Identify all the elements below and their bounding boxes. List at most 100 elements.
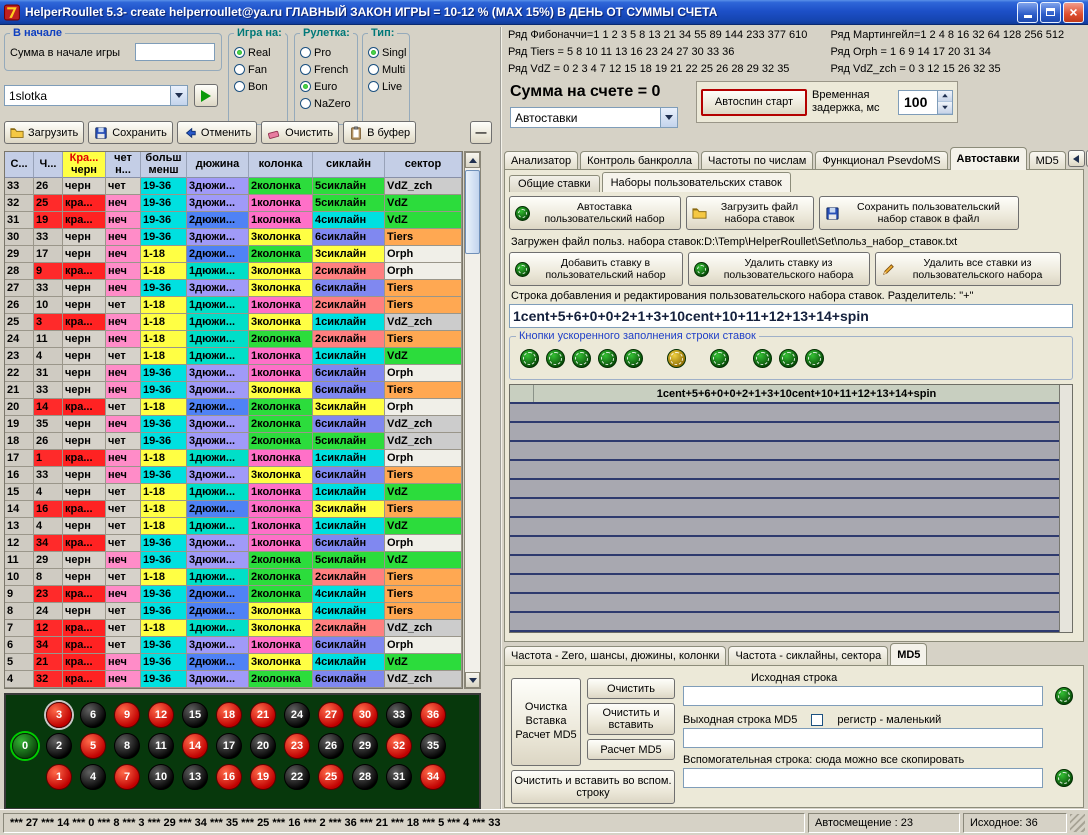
tab-частота-сиклайны-сектора[interactable]: Частота - сиклайны, сектора [728,646,888,665]
roulette-number-35[interactable]: 35 [420,733,446,759]
bet-list-scrollbar[interactable] [1059,385,1072,632]
table-row[interactable]: 3326чернчет19-363дюжи...2колонка5сиклайн… [5,178,462,195]
roulette-number-21[interactable]: 21 [250,702,276,728]
table-row[interactable]: 2917черннеч1-182дюжи...2колонка3сиклайнO… [5,246,462,263]
table-row[interactable]: 2733черннеч19-363дюжи...3колонка6сиклайн… [5,280,462,297]
bet-chip-button[interactable] [598,349,617,368]
table-row[interactable]: 712кра...чет1-181дюжи...3колонка2сиклайн… [5,620,462,637]
radio-option-real[interactable]: Real [234,44,285,61]
roulette-number-11[interactable]: 11 [148,733,174,759]
bet-list-row[interactable] [510,480,1059,499]
table-row[interactable]: 134чернчет1-181дюжи...1колонка1сиклайнVd… [5,518,462,535]
roulette-number-1[interactable]: 1 [46,764,72,790]
roulette-number-10[interactable]: 10 [148,764,174,790]
table-row[interactable]: 634кра...чет19-363дюжи...1колонка6сиклай… [5,637,462,654]
radio-option-nazero[interactable]: NaZero [300,95,355,112]
table-row[interactable]: 3033черннеч19-363дюжи...3колонка6сиклайн… [5,229,462,246]
table-row[interactable]: 234чернчет1-181дюжи...1колонка1сиклайнVd… [5,348,462,365]
table-row[interactable]: 1633черннеч19-363дюжи...3колонка6сиклайн… [5,467,462,484]
md5-calc-button[interactable]: Расчет MD5 [587,739,675,760]
tab-контроль-банкролла[interactable]: Контроль банкролла [580,151,699,170]
roulette-number-14[interactable]: 14 [182,733,208,759]
tab-частоты-по-числам[interactable]: Частоты по числам [701,151,813,170]
table-row[interactable]: 154чернчет1-181дюжи...1колонка1сиклайнVd… [5,484,462,501]
roulette-number-27[interactable]: 27 [318,702,344,728]
roulette-number-34[interactable]: 34 [420,764,446,790]
collapse-button[interactable]: — [470,121,492,144]
roulette-number-4[interactable]: 4 [80,764,106,790]
table-row[interactable]: 824чернчет19-362дюжи...3колонка4сиклайнT… [5,603,462,620]
load-bet-file-button[interactable]: Загрузить файл набора ставок [686,196,814,230]
roulette-number-29[interactable]: 29 [352,733,378,759]
delay-spinner[interactable]: 100 [898,90,953,115]
roulette-number-17[interactable]: 17 [216,733,242,759]
table-row[interactable]: 923кра...неч19-362дюжи...2колонка4сиклай… [5,586,462,603]
roulette-number-19[interactable]: 19 [250,764,276,790]
radio-option-french[interactable]: French [300,61,355,78]
scrollbar-track[interactable] [465,168,480,672]
bet-chip-button[interactable] [520,349,539,368]
table-row[interactable]: 1935черннеч19-363дюжи...2колонка6сиклайн… [5,416,462,433]
roulette-number-3[interactable]: 3 [46,702,72,728]
radio-option-bon[interactable]: Bon [234,78,285,95]
bet-list-row[interactable] [510,404,1059,423]
table-row[interactable]: 253кра...неч1-181дюжи...3колонка1сиклайн… [5,314,462,331]
bet-list-row[interactable] [510,423,1059,442]
close-button[interactable]: × [1063,2,1084,23]
bet-chip-button[interactable] [710,349,729,368]
tab-автоставки[interactable]: Автоставки [950,147,1027,170]
radio-french[interactable] [300,64,311,75]
table-row[interactable]: 1234кра...чет19-363дюжи...1колонка6сикла… [5,535,462,552]
undo-button[interactable]: Отменить [177,121,257,144]
table-row[interactable]: 3119кра...неч19-362дюжи...1колонка4сикла… [5,212,462,229]
radio-multi[interactable] [368,64,379,75]
table-row[interactable]: 3225кра...неч19-363дюжи...1колонка5сикла… [5,195,462,212]
roulette-number-20[interactable]: 20 [250,733,276,759]
tab-md5[interactable]: MD5 [1029,151,1066,170]
source-chip-button[interactable] [1055,687,1073,705]
bet-string-input[interactable] [509,304,1073,328]
table-scrollbar[interactable] [464,151,481,689]
tab-наборы-пользовательских-ставок[interactable]: Наборы пользовательских ставок [602,172,791,192]
output-string-input[interactable] [683,728,1043,748]
tab-общие-ставки[interactable]: Общие ставки [509,175,600,192]
radio-pro[interactable] [300,47,311,58]
roulette-number-24[interactable]: 24 [284,702,310,728]
roulette-number-6[interactable]: 6 [80,702,106,728]
add-bet-button[interactable]: Добавить ставку в пользовательский набор [509,252,683,286]
table-row[interactable]: 2133черннеч19-363дюжи...3колонка6сиклайн… [5,382,462,399]
roulette-number-0[interactable]: 0 [12,733,38,759]
delete-all-bets-button[interactable]: Удалить все ставки из пользовательского … [875,252,1061,286]
bet-list-row[interactable] [510,575,1059,594]
delete-bet-button[interactable]: Удалить ставку из пользовательского набо… [688,252,870,286]
md5-clear-paste-aux-button[interactable]: Очистить и вставить во вспом. строку [511,770,675,804]
bet-list-row[interactable] [510,556,1059,575]
bet-list-row[interactable] [510,537,1059,556]
tabs-scroll-left-button[interactable] [1068,150,1085,167]
table-row[interactable]: 171кра...неч1-181дюжи...1колонка1сиклайн… [5,450,462,467]
aux-string-input[interactable] [683,768,1043,788]
radio-nazero[interactable] [300,98,311,109]
spin-up-button[interactable] [938,91,952,103]
roulette-number-9[interactable]: 9 [114,702,140,728]
tab-частота-zero-шансы-дюжины-колонки[interactable]: Частота - Zero, шансы, дюжины, колонки [504,646,726,665]
roulette-number-25[interactable]: 25 [318,764,344,790]
tab-функционал-psevdoms[interactable]: Функционал PsevdoMS [815,151,947,170]
roulette-number-12[interactable]: 12 [148,702,174,728]
radio-option-fan[interactable]: Fan [234,61,285,78]
roulette-number-23[interactable]: 23 [284,733,310,759]
load-button[interactable]: Загрузить [4,121,84,144]
md5-clear-button[interactable]: Очистить [587,678,675,699]
roulette-number-16[interactable]: 16 [216,764,242,790]
bet-chip-button[interactable] [546,349,565,368]
dropdown-button[interactable] [660,108,677,127]
radio-option-singl[interactable]: Singl [368,44,407,61]
source-string-input[interactable] [683,686,1043,706]
bet-list-row[interactable] [510,518,1059,537]
roulette-number-5[interactable]: 5 [80,733,106,759]
tab-md5[interactable]: MD5 [890,643,927,665]
table-row[interactable]: 2610чернчет1-181дюжи...1колонка2сиклайнT… [5,297,462,314]
dropdown-button[interactable] [170,86,187,105]
md5-clear-paste-calc-button[interactable]: Очистка Вставка Расчет MD5 [511,678,581,766]
bet-list-row[interactable] [510,613,1059,632]
